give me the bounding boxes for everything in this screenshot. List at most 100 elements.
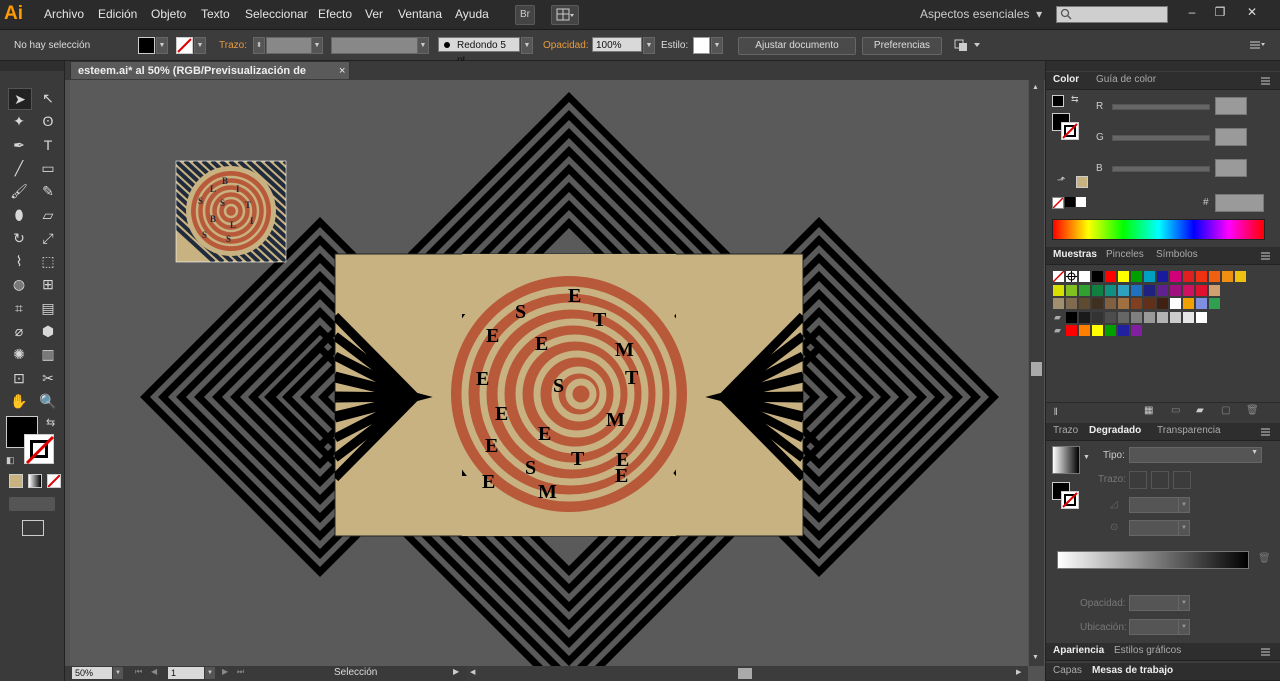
g-slider[interactable] <box>1112 135 1210 141</box>
hex-value-input[interactable] <box>1215 194 1264 212</box>
swatch[interactable] <box>1066 298 1077 309</box>
menu-objeto[interactable]: Objeto <box>151 7 186 21</box>
stroke-weight-stepper[interactable]: ⬍ <box>253 37 265 54</box>
artboard-number-input[interactable]: 1 <box>168 667 204 679</box>
delete-swatch-icon[interactable]: 🗑 <box>1246 405 1259 416</box>
new-color-group-icon[interactable]: ▰ <box>1196 405 1204 416</box>
minimize-button[interactable]: – <box>1180 3 1204 21</box>
last-artboard-icon[interactable]: ⏭ <box>237 667 244 677</box>
drawing-mode-icon[interactable] <box>9 497 55 511</box>
swatch[interactable] <box>1209 284 1220 296</box>
swatch[interactable] <box>1079 325 1090 336</box>
aspect-ratio-input[interactable] <box>1129 520 1179 536</box>
g-value-input[interactable] <box>1215 128 1247 146</box>
tab-artboards[interactable]: Mesas de trabajo <box>1092 665 1173 676</box>
tab-brushes[interactable]: Pinceles <box>1106 249 1144 260</box>
gradient-stroke-box[interactable] <box>1061 491 1079 509</box>
swatch[interactable] <box>1183 271 1194 282</box>
gradient-opacity-input[interactable] <box>1129 595 1179 611</box>
document-tab[interactable]: esteem.ai* al 50% (RGB/Previsualización … <box>70 61 350 95</box>
swatch[interactable] <box>1209 271 1220 282</box>
swatch[interactable] <box>1144 284 1155 296</box>
swatch-registration[interactable] <box>1066 271 1077 282</box>
first-artboard-icon[interactable]: ⏮ <box>135 667 142 677</box>
color-mode-icon[interactable] <box>9 474 23 488</box>
gradient-tool-icon[interactable]: ▤ <box>37 298 59 318</box>
tab-transparency[interactable]: Transparencia <box>1157 425 1221 436</box>
angle-dropdown[interactable]: ▼ <box>1178 497 1190 513</box>
fill-dropdown-arrow[interactable]: ▼ <box>156 37 168 54</box>
default-fill-stroke-icon[interactable] <box>1052 95 1064 107</box>
zoom-input[interactable]: 50% <box>72 667 112 679</box>
scroll-left-icon[interactable]: ◀ <box>470 668 475 676</box>
closest-color-swatch[interactable] <box>1076 176 1088 188</box>
swatch[interactable] <box>1118 284 1129 296</box>
status-menu-icon[interactable]: ▶ <box>453 667 459 676</box>
swatch[interactable] <box>1079 271 1090 282</box>
mesh-tool-icon[interactable]: ⌗ <box>8 298 30 318</box>
swatch[interactable] <box>1170 298 1181 309</box>
swatch[interactable] <box>1144 311 1155 323</box>
swatch[interactable] <box>1196 298 1207 309</box>
swatch[interactable] <box>1183 284 1194 296</box>
b-slider[interactable] <box>1112 166 1210 172</box>
swatch[interactable] <box>1209 298 1220 309</box>
swatch[interactable] <box>1105 325 1116 336</box>
pen-tool-icon[interactable]: ✒ <box>8 135 30 155</box>
swatch[interactable] <box>1222 271 1233 282</box>
swatch[interactable] <box>1157 284 1168 296</box>
gradient-location-dropdown[interactable]: ▼ <box>1178 619 1190 635</box>
swatch[interactable] <box>1118 298 1129 309</box>
show-swatch-kinds-icon[interactable]: ▦ <box>1144 405 1153 416</box>
eraser-tool-icon[interactable]: ▱ <box>37 205 59 225</box>
swatch[interactable] <box>1157 298 1168 309</box>
next-artboard-icon[interactable]: ▶ <box>222 667 228 676</box>
type-tool-icon[interactable]: T <box>37 135 59 155</box>
bridge-button[interactable]: Br <box>515 5 535 25</box>
menu-ventana[interactable]: Ventana <box>398 7 442 21</box>
tab-color-guide[interactable]: Guía de color <box>1096 74 1156 85</box>
swatch[interactable] <box>1183 311 1194 323</box>
menu-archivo[interactable]: Archivo <box>44 7 84 21</box>
close-window-button[interactable]: ✕ <box>1240 3 1264 21</box>
swatch[interactable] <box>1079 311 1090 323</box>
swatch[interactable] <box>1118 311 1129 323</box>
artboard-dropdown[interactable]: ▼ <box>205 667 215 679</box>
swatch[interactable] <box>1105 298 1116 309</box>
menu-texto[interactable]: Texto <box>201 7 230 21</box>
arrange-icon[interactable] <box>954 38 984 52</box>
stroke-weight-input[interactable] <box>266 37 312 54</box>
swatch[interactable] <box>1092 298 1103 309</box>
horizontal-scroll-thumb[interactable] <box>738 668 752 679</box>
selection-tool-icon[interactable]: ➤ <box>8 88 32 110</box>
pencil-tool-icon[interactable]: ✎ <box>37 181 59 201</box>
swatch[interactable] <box>1235 271 1246 282</box>
out-of-gamut-icon[interactable]: ⬏ <box>1057 175 1065 186</box>
swatch[interactable] <box>1079 284 1090 296</box>
color-group-folder-icon[interactable]: ▰ <box>1054 312 1061 323</box>
swatch[interactable] <box>1196 311 1207 323</box>
swatch[interactable] <box>1157 271 1168 282</box>
tab-layers[interactable]: Capas <box>1053 665 1082 676</box>
warp-tool-icon[interactable]: ⌇ <box>8 251 30 271</box>
free-transform-tool-icon[interactable]: ⬚ <box>37 251 59 271</box>
brush-dropdown-arrow[interactable]: ▼ <box>521 37 533 54</box>
swap-colors-icon[interactable]: ⇆ <box>1071 94 1079 105</box>
r-slider[interactable] <box>1112 104 1210 110</box>
new-swatch-icon[interactable]: ▢ <box>1221 405 1230 416</box>
paintbrush-tool-icon[interactable]: 🖌 <box>8 181 30 201</box>
stroke-dropdown-arrow[interactable]: ▼ <box>194 37 206 54</box>
tab-symbols[interactable]: Símbolos <box>1156 249 1198 260</box>
stroke-color-swatch[interactable] <box>176 37 193 54</box>
swatch[interactable] <box>1144 271 1155 282</box>
swatch[interactable] <box>1105 311 1116 323</box>
swatch[interactable] <box>1092 325 1103 336</box>
swatch[interactable] <box>1092 271 1103 282</box>
swatch-none[interactable] <box>1052 270 1065 283</box>
swatch[interactable] <box>1066 284 1077 296</box>
variable-width-dropdown[interactable]: ▼ <box>417 37 429 54</box>
stroke-within-icon[interactable] <box>1129 471 1147 489</box>
swatch[interactable] <box>1183 298 1194 309</box>
perspective-grid-tool-icon[interactable]: ⊞ <box>37 274 59 294</box>
none-mode-icon[interactable] <box>47 474 61 488</box>
